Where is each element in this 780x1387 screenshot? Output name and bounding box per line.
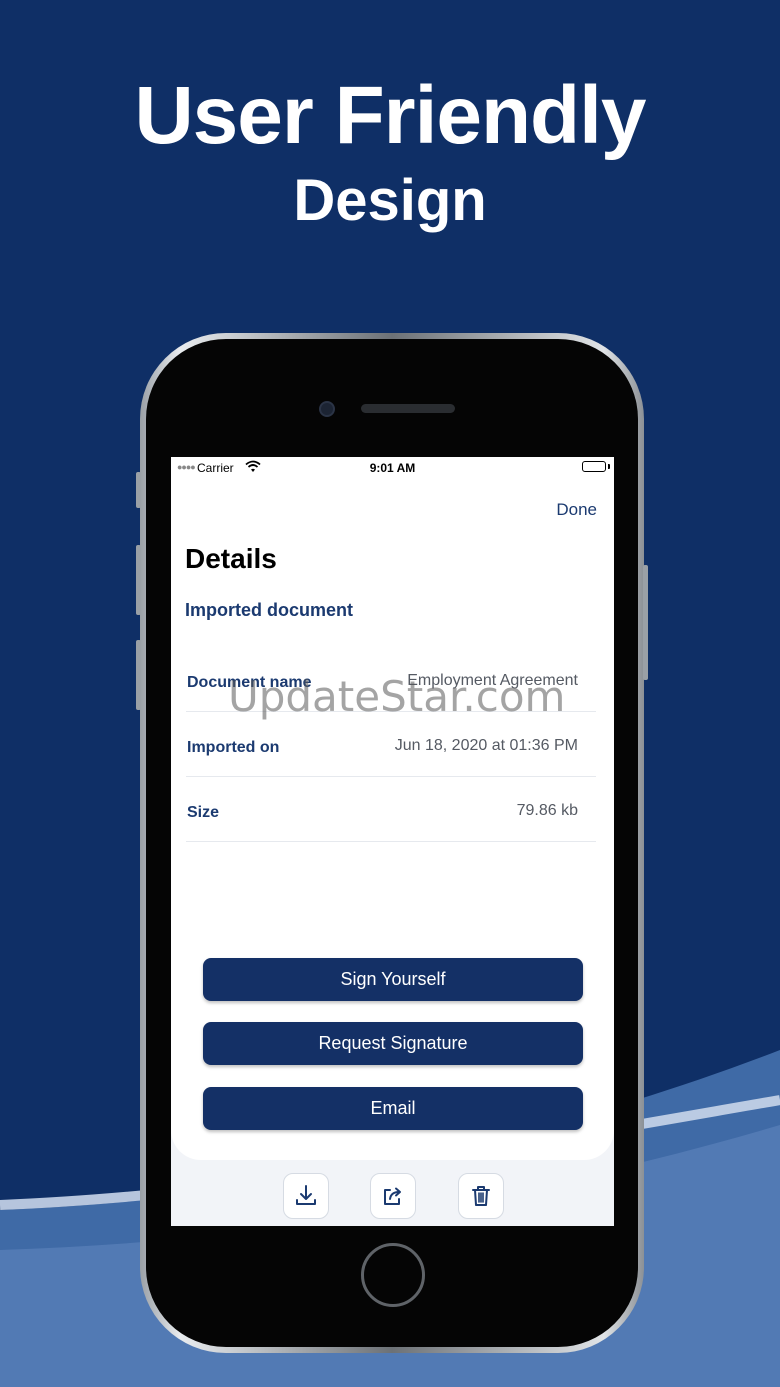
delete-button[interactable] xyxy=(458,1173,504,1219)
phone-screen: ●●●● Carrier 9:01 AM Done Details Import… xyxy=(171,457,614,1226)
detail-value: Jun 18, 2020 at 01:36 PM xyxy=(394,737,578,754)
battery-icon xyxy=(582,461,606,472)
home-button[interactable] xyxy=(361,1243,425,1307)
download-button[interactable] xyxy=(283,1173,329,1219)
done-button[interactable]: Done xyxy=(556,500,597,520)
email-button[interactable]: Email xyxy=(203,1087,583,1130)
share-icon xyxy=(384,1187,401,1205)
download-icon xyxy=(296,1185,316,1205)
battery-tip xyxy=(608,464,610,469)
detail-value: 79.86 kb xyxy=(516,802,578,819)
sign-yourself-button[interactable]: Sign Yourself xyxy=(203,958,583,1001)
page-title: Details xyxy=(185,543,277,574)
detail-label: Imported on xyxy=(187,739,280,756)
promo-headline: User Friendly xyxy=(134,70,646,161)
promo-subhead: Design xyxy=(293,168,487,233)
detail-row-imported-on: Imported on Jun 18, 2020 at 01:36 PM xyxy=(186,712,596,777)
status-bar: ●●●● Carrier 9:01 AM xyxy=(171,457,614,479)
volume-down-button xyxy=(136,640,141,710)
request-signature-button[interactable]: Request Signature xyxy=(203,1022,583,1065)
trash-icon xyxy=(472,1186,490,1206)
front-camera xyxy=(319,401,335,417)
watermark: UpdateStar.com xyxy=(228,672,566,721)
power-button xyxy=(643,565,648,680)
details-sheet: ●●●● Carrier 9:01 AM Done Details Import… xyxy=(171,457,614,1160)
section-title: Imported document xyxy=(185,600,354,620)
detail-row-size: Size 79.86 kb xyxy=(186,777,596,842)
mute-switch xyxy=(136,472,141,508)
share-button[interactable] xyxy=(370,1173,416,1219)
volume-up-button xyxy=(136,545,141,615)
status-time: 9:01 AM xyxy=(369,461,416,475)
earpiece-speaker xyxy=(361,404,455,413)
detail-label: Size xyxy=(187,804,220,821)
